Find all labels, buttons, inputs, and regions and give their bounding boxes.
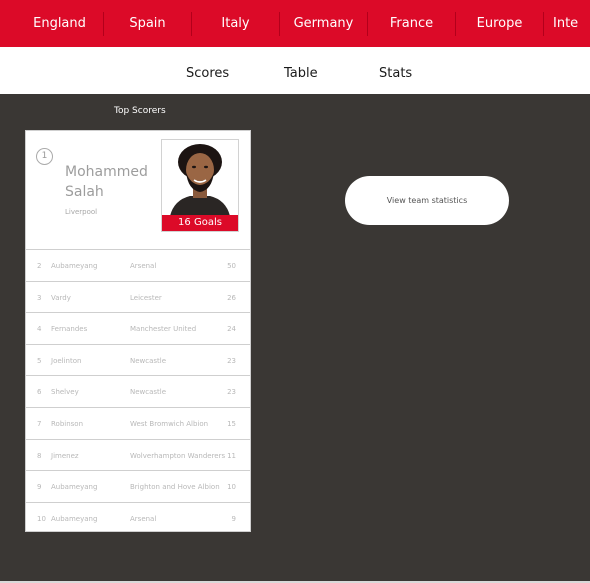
scorer-rank: 2 — [37, 262, 42, 270]
scorer-row[interactable]: 8 Jimenez Wolverhampton Wanderers 11 — [26, 438, 250, 471]
scorer-player: Shelvey — [51, 388, 79, 397]
scorer-row[interactable]: 2 Aubameyang Arsenal 50 — [26, 249, 250, 281]
league-tab-italy[interactable]: Italy — [192, 12, 280, 36]
scorer-player: Aubameyang — [51, 483, 98, 492]
scorer-club: Arsenal — [130, 262, 157, 270]
top-scorers-card: 1 Mohammed Salah Liverpool 16 Goals 2 Au… — [25, 130, 251, 532]
scorer-row[interactable]: 5 Joelinton Newcastle 23 — [26, 343, 250, 376]
top-scorers-title: Top Scorers — [114, 106, 166, 116]
scorer-goals: 15 — [227, 419, 236, 428]
leader-name: Mohammed Salah — [65, 162, 165, 202]
scorer-rank: 5 — [37, 356, 42, 365]
league-tab-england[interactable]: England — [16, 12, 104, 36]
scorer-goals: 9 — [231, 514, 236, 523]
scorer-goals: 11 — [227, 451, 236, 460]
scorer-goals: 26 — [227, 293, 236, 302]
scorer-club: Newcastle — [130, 388, 167, 397]
leader-rank-badge: 1 — [36, 148, 53, 165]
scorer-rank: 6 — [37, 388, 42, 397]
scorer-row[interactable]: 10 Aubameyang Arsenal 9 — [26, 501, 250, 534]
scorer-player: Aubameyang — [51, 514, 98, 523]
scorer-rank: 4 — [37, 325, 42, 334]
section-tab-bar: Scores Table Stats — [0, 47, 590, 94]
scorer-row[interactable]: 4 Fernandes Manchester United 24 — [26, 312, 250, 344]
leader-panel[interactable]: 1 Mohammed Salah Liverpool 16 Goals — [26, 131, 250, 249]
scorer-rank: 10 — [37, 514, 46, 523]
scorer-club: West Bromwich Albion — [130, 419, 209, 428]
tab-stats[interactable]: Stats — [379, 47, 412, 94]
scorer-goals: 10 — [227, 483, 236, 492]
tab-table[interactable]: Table — [284, 47, 318, 94]
scorers-list: 2 Aubameyang Arsenal 50 3 Vardy Leiceste… — [26, 249, 250, 533]
scorer-goals: 50 — [227, 262, 236, 270]
league-tab-spain[interactable]: Spain — [104, 12, 192, 36]
leader-last-name: Salah — [65, 184, 104, 200]
scorer-row[interactable]: 9 Aubameyang Brighton and Hove Albion 10 — [26, 470, 250, 502]
scorer-row[interactable]: 6 Shelvey Newcastle 23 — [26, 375, 250, 407]
scorer-player: Jimenez — [51, 451, 79, 460]
leader-goals-badge: 16 Goals — [162, 215, 238, 231]
view-team-statistics-button[interactable]: View team statistics — [345, 176, 509, 225]
player-portrait-icon — [162, 140, 238, 216]
league-tab-europe[interactable]: Europe — [456, 12, 544, 36]
scorer-row[interactable]: 7 Robinson West Bromwich Albion 15 — [26, 406, 250, 439]
scorer-player: Fernandes — [51, 325, 88, 334]
league-nav-bar: England Spain Italy Germany France Europ… — [0, 0, 590, 47]
scorer-row[interactable]: 3 Vardy Leicester 26 — [26, 280, 250, 313]
scorer-player: Robinson — [51, 419, 84, 428]
scorer-rank: 9 — [37, 483, 42, 492]
leader-first-name: Mohammed — [65, 164, 148, 180]
league-tab-international[interactable]: Inte — [544, 12, 590, 36]
leader-photo: 16 Goals — [161, 139, 239, 232]
scorer-club: Arsenal — [130, 514, 157, 523]
scorer-rank: 8 — [37, 451, 42, 460]
tab-scores[interactable]: Scores — [186, 47, 229, 94]
scorer-goals: 23 — [227, 388, 236, 397]
scorer-player: Joelinton — [51, 356, 82, 365]
scorer-player: Vardy — [51, 293, 71, 302]
leader-club: Liverpool — [65, 208, 98, 216]
scorer-club: Brighton and Hove Albion — [130, 483, 220, 492]
scorer-club: Leicester — [130, 293, 162, 302]
scorer-goals: 24 — [227, 325, 236, 334]
scorer-club: Newcastle — [130, 356, 167, 365]
scorer-player: Aubameyang — [51, 262, 98, 270]
scorer-goals: 23 — [227, 356, 236, 365]
scorer-rank: 7 — [37, 419, 42, 428]
league-tab-france[interactable]: France — [368, 12, 456, 36]
scorer-club: Wolverhampton Wanderers — [130, 451, 226, 460]
scorer-club: Manchester United — [130, 325, 197, 334]
league-tab-germany[interactable]: Germany — [280, 12, 368, 36]
scorer-rank: 3 — [37, 293, 42, 302]
